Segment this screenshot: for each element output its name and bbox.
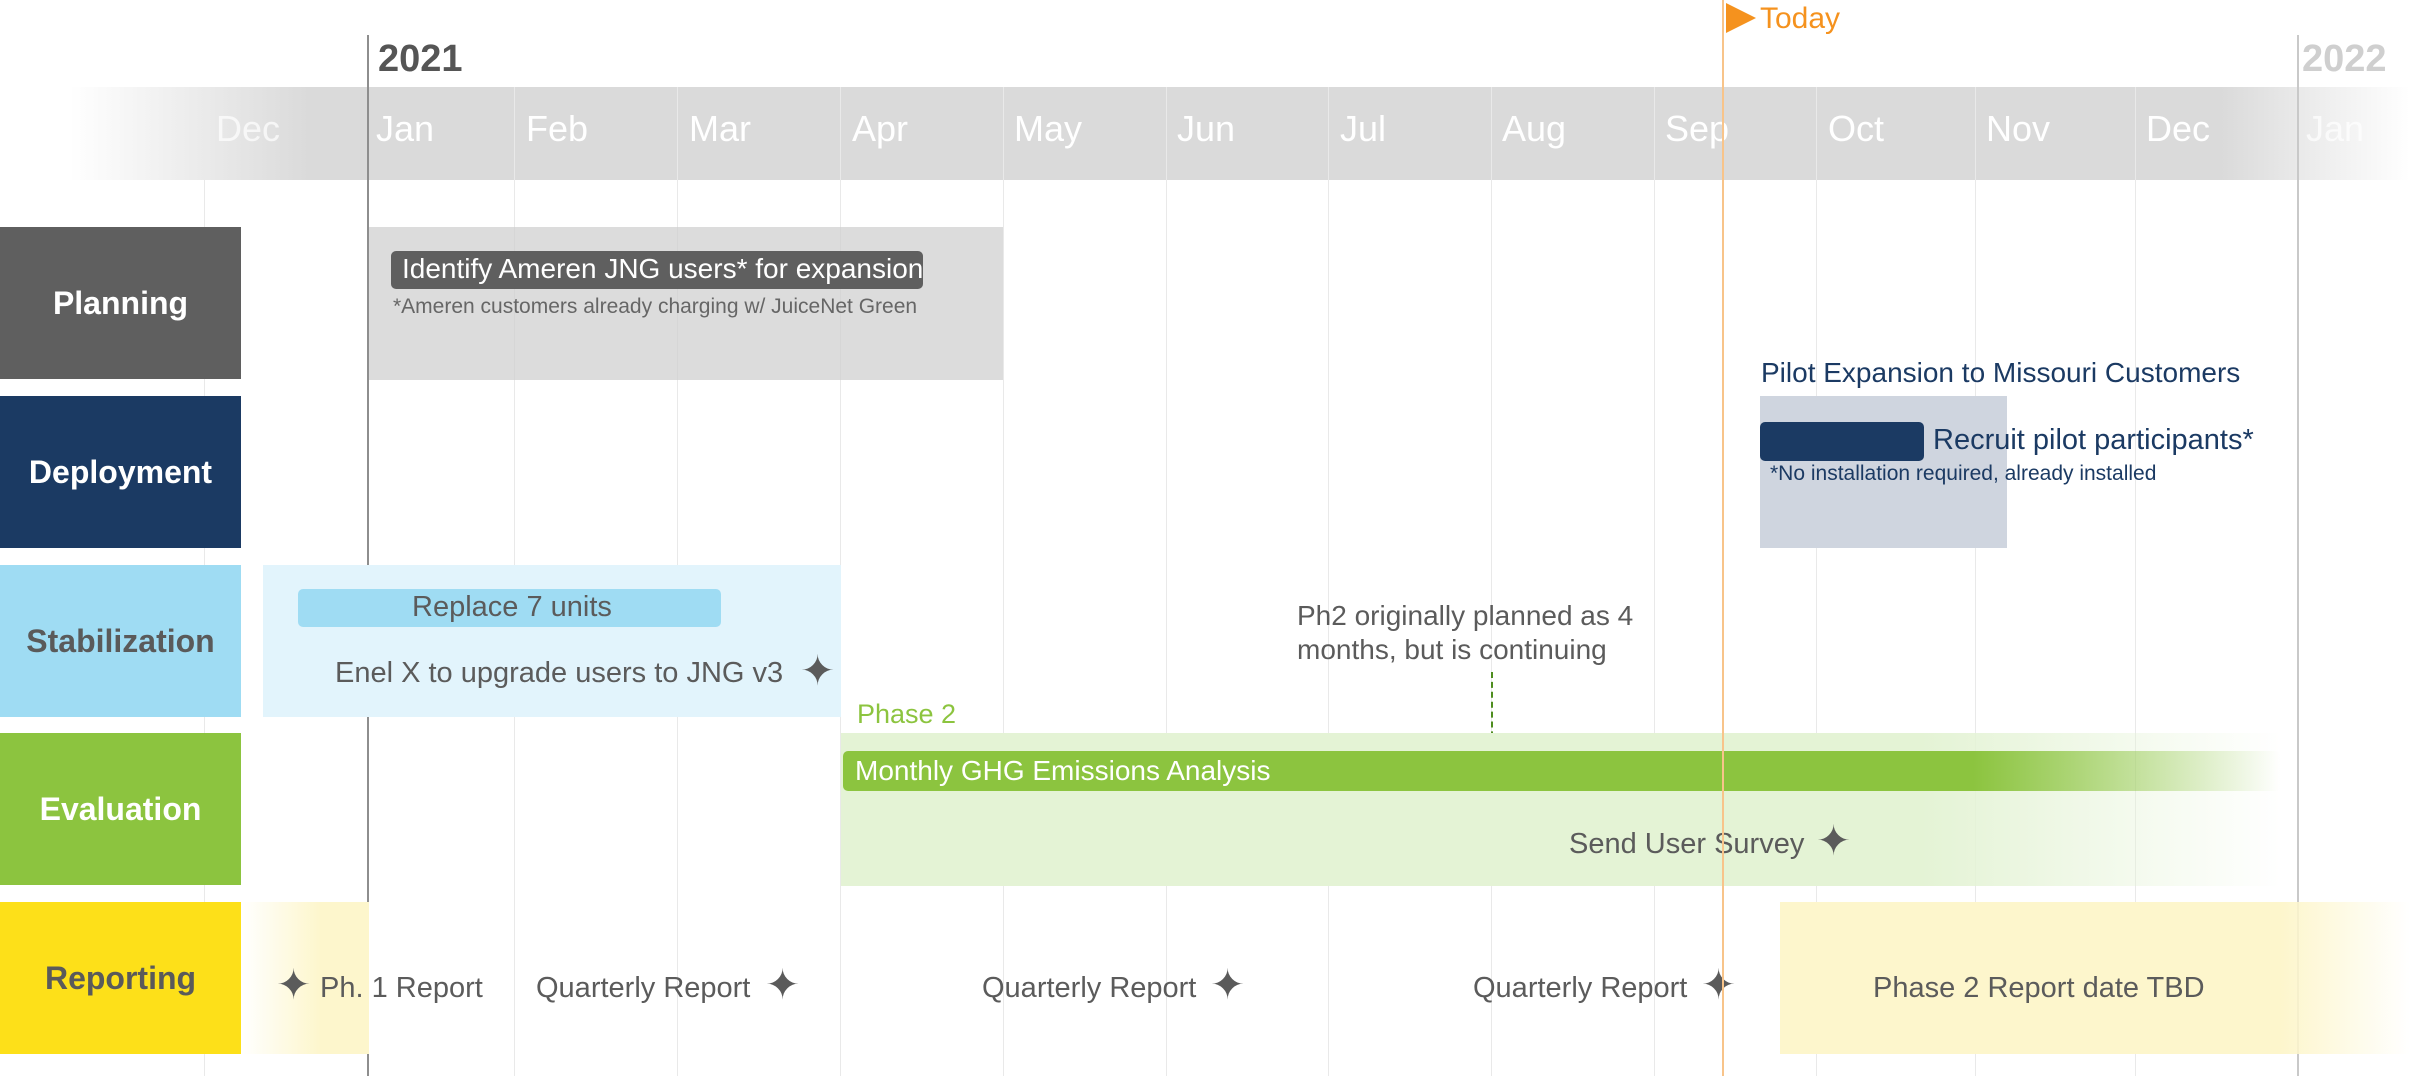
stabilization-milestone-label: Enel X to upgrade users to JNG v3: [335, 657, 784, 689]
month-label: Apr: [852, 108, 909, 149]
milestone-star-icon: ✦: [276, 961, 312, 1008]
row-label-planning: Planning: [0, 227, 241, 379]
milestone-star-icon: ✦: [1816, 817, 1852, 864]
month-label: May: [1014, 108, 1083, 149]
evaluation-milestone-label: Send User Survey: [1569, 828, 1805, 860]
month-label: Dec: [216, 108, 281, 149]
month-label: Dec: [2146, 108, 2211, 149]
today-line: [1722, 0, 1724, 1076]
deployment-title: Pilot Expansion to Missouri Customers: [1761, 357, 2241, 388]
row-label-reporting: Reporting: [0, 902, 241, 1054]
annotation-line-2: months, but is continuing: [1297, 634, 1607, 665]
today-flag-icon: [1726, 3, 1756, 33]
year-2021-label: 2021: [378, 38, 463, 80]
row-label-deployment: Deployment: [0, 396, 241, 548]
month-label: Jan: [2306, 108, 2365, 149]
annotation-line-1: Ph2 originally planned as 4: [1297, 600, 1634, 631]
month-label: Sep: [1665, 108, 1730, 149]
row-label-stabilization: Stabilization: [0, 565, 241, 717]
planning-note: *Ameren customers already charging w/ Ju…: [393, 295, 918, 318]
deployment-note: *No installation required, already insta…: [1770, 462, 2157, 485]
report-milestone-label: Ph. 1 Report: [320, 972, 483, 1004]
deployment-task-label: Recruit pilot participants*: [1933, 424, 2254, 456]
planning-task-label: Identify Ameren JNG users* for expansion: [402, 253, 924, 284]
milestone-star-icon: ✦: [765, 961, 801, 1008]
evaluation-task-label: Monthly GHG Emissions Analysis: [855, 755, 1271, 786]
milestone-star-icon: ✦: [1701, 961, 1737, 1008]
month-label: Feb: [526, 108, 589, 149]
month-label: Aug: [1502, 108, 1567, 149]
month-label: Nov: [1986, 108, 2051, 149]
month-label: Jan: [376, 108, 435, 149]
month-label: Mar: [689, 108, 751, 149]
today-label: Today: [1760, 2, 1841, 35]
report-milestone-label: Quarterly Report: [536, 972, 751, 1004]
month-label: Jul: [1340, 108, 1387, 149]
deployment-task-bar: [1760, 422, 1924, 461]
milestone-star-icon: ✦: [800, 647, 836, 694]
milestone-star-icon: ✦: [1210, 961, 1246, 1008]
stabilization-task-label: Replace 7 units: [412, 591, 612, 623]
year-2022-label: 2022: [2302, 38, 2387, 80]
phase2-report-label: Phase 2 Report date TBD: [1873, 972, 2205, 1004]
month-label: Jun: [1177, 108, 1236, 149]
stabilization-phase-block: [263, 565, 841, 717]
row-label-evaluation: Evaluation: [0, 733, 241, 885]
phase2-label: Phase 2: [857, 699, 957, 729]
month-label: Oct: [1828, 108, 1885, 149]
report-milestone-label: Quarterly Report: [982, 972, 1197, 1004]
report-milestone-label: Quarterly Report: [1473, 972, 1688, 1004]
